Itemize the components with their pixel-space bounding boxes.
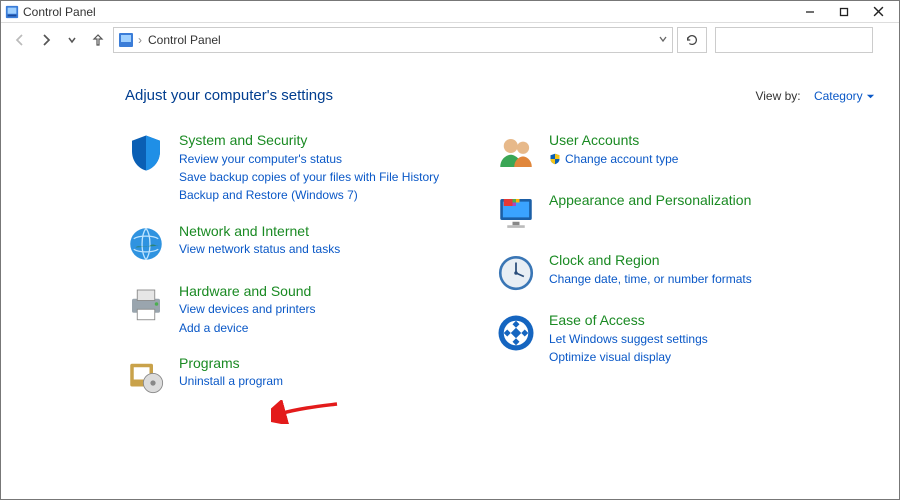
chevron-down-icon [866,92,875,101]
left-column: System and Security Review your computer… [125,132,465,397]
back-icon [12,32,28,48]
annotation-arrow [271,400,341,424]
chevron-down-icon [67,35,77,45]
view-by-dropdown[interactable]: Category [814,89,875,103]
category-grid: System and Security Review your computer… [125,132,875,397]
category-link[interactable]: Optimize visual display [549,349,708,366]
category-link[interactable]: View devices and printers [179,301,316,318]
minimize-button[interactable] [793,2,827,22]
search-input[interactable] [715,27,873,53]
users-icon [495,132,537,174]
category-title[interactable]: User Accounts [549,132,678,150]
category-link[interactable]: Change account type [565,151,678,168]
category-title[interactable]: System and Security [179,132,439,150]
category-link[interactable]: Backup and Restore (Windows 7) [179,187,439,204]
category-link[interactable]: Review your computer's status [179,151,439,168]
category-link[interactable]: Save backup copies of your files with Fi… [179,169,439,186]
titlebar: Control Panel [1,1,899,23]
category-link[interactable]: View network status and tasks [179,241,340,258]
category-title[interactable]: Ease of Access [549,312,708,330]
maximize-icon [839,7,849,17]
forward-icon [38,32,54,48]
right-column: User Accounts Change account type [495,132,855,397]
uac-shield-icon [549,153,561,165]
view-by-value: Category [814,89,863,103]
maximize-button[interactable] [827,2,861,22]
close-icon [873,6,884,17]
view-by-control: View by: Category [755,89,875,103]
control-panel-icon [5,5,19,19]
category-user-accounts: User Accounts Change account type [495,132,855,174]
printer-icon [125,283,167,325]
address-dropdown[interactable] [658,33,668,47]
refresh-icon [685,33,699,47]
control-panel-window: Control Panel [0,0,900,500]
minimize-icon [805,7,815,17]
ease-of-access-icon [495,312,537,354]
category-title[interactable]: Appearance and Personalization [549,192,751,210]
monitor-icon [495,192,537,234]
heading-row: Adjust your computer's settings View by:… [125,87,875,104]
nav-row: › Control Panel [1,23,899,57]
category-title[interactable]: Programs [179,355,283,373]
breadcrumb-root[interactable]: Control Panel [146,33,223,47]
page-heading: Adjust your computer's settings [125,87,333,104]
address-bar[interactable]: › Control Panel [113,27,673,53]
window-title: Control Panel [23,5,96,19]
category-system-security: System and Security Review your computer… [125,132,465,205]
clock-icon [495,252,537,294]
category-link[interactable]: Add a device [179,320,316,337]
up-icon [90,32,106,48]
category-link[interactable]: Uninstall a program [179,373,283,390]
forward-button[interactable] [35,29,57,51]
category-clock-region: Clock and Region Change date, time, or n… [495,252,855,294]
category-hardware: Hardware and Sound View devices and prin… [125,283,465,337]
category-link[interactable]: Change date, time, or number formats [549,271,752,288]
category-title[interactable]: Clock and Region [549,252,752,270]
up-button[interactable] [87,29,109,51]
refresh-button[interactable] [677,27,707,53]
view-by-label: View by: [755,89,800,103]
category-link[interactable]: Let Windows suggest settings [549,331,708,348]
window-controls [793,2,895,22]
control-panel-icon [118,32,134,48]
back-button[interactable] [9,29,31,51]
content-area: Adjust your computer's settings View by:… [1,63,899,499]
category-network: Network and Internet View network status… [125,223,465,265]
programs-icon [125,355,167,397]
breadcrumb-separator: › [138,33,142,47]
category-programs: Programs Uninstall a program [125,355,465,397]
recent-locations-button[interactable] [61,29,83,51]
globe-icon [125,223,167,265]
category-appearance: Appearance and Personalization [495,192,855,234]
category-ease-of-access: Ease of Access Let Windows suggest setti… [495,312,855,366]
close-button[interactable] [861,2,895,22]
category-title[interactable]: Network and Internet [179,223,340,241]
chevron-down-icon [658,34,668,44]
shield-icon [125,132,167,174]
category-title[interactable]: Hardware and Sound [179,283,316,301]
